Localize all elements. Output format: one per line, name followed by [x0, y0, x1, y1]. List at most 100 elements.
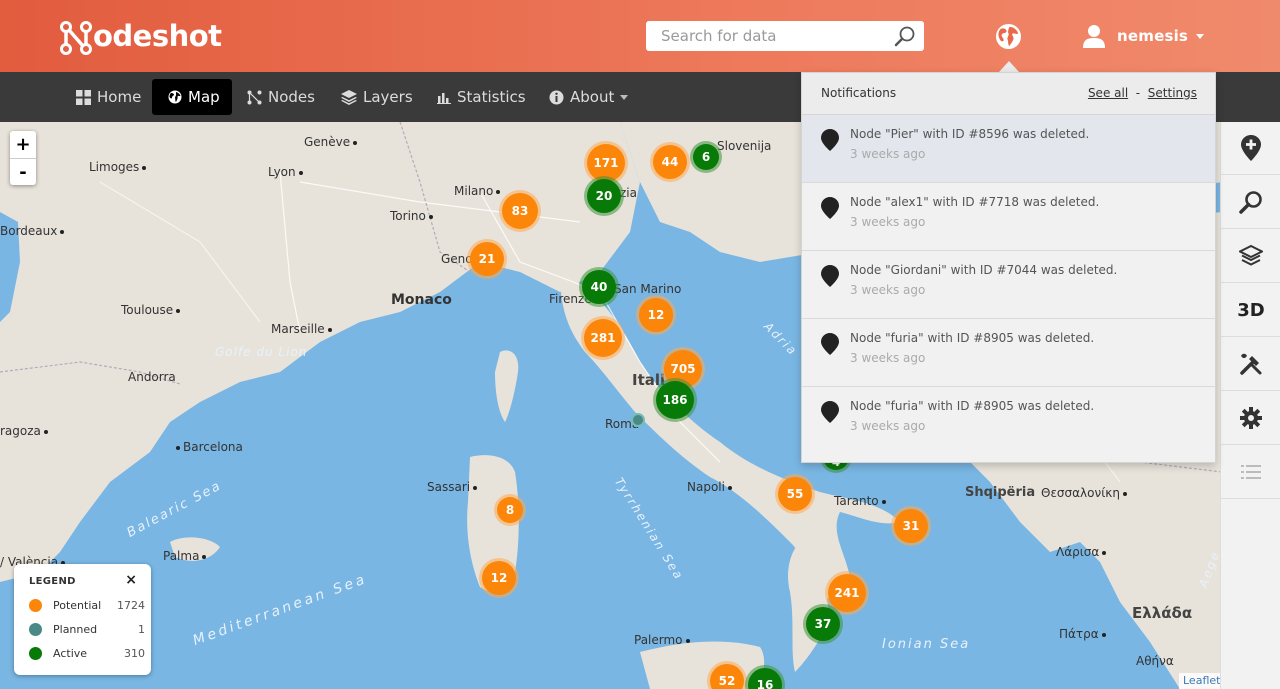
- map-search-button[interactable]: [1221, 176, 1280, 229]
- layers-icon: [341, 89, 357, 105]
- bar-chart-icon: [437, 92, 451, 104]
- links-separator: -: [1135, 86, 1141, 100]
- node-cluster[interactable]: 20: [587, 179, 621, 213]
- notifications-dropdown: Notifications See all - Settings Node "P…: [801, 72, 1216, 463]
- node-cluster[interactable]: 12: [482, 561, 516, 595]
- 3d-button[interactable]: 3D: [1221, 284, 1280, 337]
- nodeshot-logo[interactable]: odeshot: [60, 18, 222, 55]
- logo-text: odeshot: [93, 19, 222, 53]
- notification-item[interactable]: Node "Giordani" with ID #7044 was delete…: [802, 251, 1215, 319]
- notification-time: 3 weeks ago: [850, 283, 926, 297]
- notification-item[interactable]: Node "alex1" with ID #7718 was deleted. …: [802, 183, 1215, 251]
- place-label: Barcelona: [173, 440, 243, 454]
- zoom-out-button[interactable]: -: [10, 158, 36, 185]
- layers-button[interactable]: [1221, 230, 1280, 283]
- active-dot-icon: [29, 646, 42, 660]
- node-cluster[interactable]: 186: [656, 381, 694, 419]
- search-input[interactable]: [661, 21, 891, 51]
- place-label: ragoza: [0, 424, 51, 438]
- place-label: Monaco: [391, 292, 452, 308]
- place-label: Genève: [304, 135, 360, 149]
- node-cluster[interactable]: 21: [470, 242, 504, 276]
- map-pin-icon: [821, 197, 839, 219]
- notification-time: 3 weeks ago: [850, 419, 926, 433]
- legend-row-potential[interactable]: Potential 1724: [29, 597, 149, 613]
- place-label: Marseille: [271, 322, 335, 336]
- place-label: Palermo: [634, 633, 693, 647]
- notifications-globe-icon[interactable]: [995, 23, 1022, 50]
- notification-item[interactable]: Node "furia" with ID #8905 was deleted. …: [802, 319, 1215, 387]
- place-label: Λάρισα: [1056, 545, 1109, 559]
- gear-icon: [1240, 407, 1262, 429]
- place-label: Lyon: [268, 165, 306, 179]
- planned-node-marker[interactable]: [631, 413, 645, 427]
- node-cluster[interactable]: 281: [584, 319, 622, 357]
- tools-button[interactable]: [1221, 338, 1280, 391]
- dropdown-arrow: [999, 61, 1019, 72]
- place-label: Taranto: [834, 494, 889, 508]
- legend-label: Planned: [53, 622, 98, 636]
- notification-time: 3 weeks ago: [850, 147, 926, 161]
- place-label: Slovenija: [717, 139, 772, 153]
- node-cluster[interactable]: 83: [502, 193, 538, 229]
- top-header: odeshot nemesis: [0, 0, 1280, 72]
- nav-about[interactable]: About: [549, 79, 629, 115]
- notification-message: Node "furia" with ID #8905 was deleted.: [850, 399, 1095, 413]
- see-all-link[interactable]: See all: [1088, 86, 1128, 100]
- notification-item[interactable]: Node "Pier" with ID #8596 was deleted. 3…: [802, 115, 1215, 183]
- legend-label: Active: [53, 646, 88, 660]
- node-cluster[interactable]: 44: [653, 145, 687, 179]
- place-label: Sassari: [427, 480, 480, 494]
- node-cluster[interactable]: 55: [778, 477, 812, 511]
- place-label: Πάτρα: [1059, 627, 1109, 641]
- legend-row-active[interactable]: Active 310: [29, 645, 149, 661]
- search-icon[interactable]: [894, 25, 916, 47]
- node-cluster[interactable]: 241: [828, 574, 866, 612]
- grid-icon: [76, 89, 91, 105]
- map-toolbar: 3D: [1220, 122, 1280, 689]
- nav-home-label: Home: [97, 88, 142, 106]
- node-cluster[interactable]: 12: [639, 298, 673, 332]
- place-label: Shqipëria: [965, 485, 1036, 500]
- notification-item[interactable]: Node "furia" with ID #8905 was deleted. …: [802, 387, 1215, 455]
- node-cluster[interactable]: 6: [693, 144, 719, 170]
- zoom-control: + -: [10, 131, 36, 185]
- nav-nodes[interactable]: Nodes: [247, 79, 315, 115]
- add-node-button[interactable]: [1221, 122, 1280, 175]
- nav-about-label: About: [570, 88, 615, 106]
- list-button[interactable]: [1221, 446, 1280, 499]
- place-label: zia: [620, 186, 637, 200]
- leaflet-attribution-link[interactable]: Leaflet: [1179, 673, 1225, 689]
- nav-statistics-label: Statistics: [457, 88, 526, 106]
- legend-row-planned[interactable]: Planned 1: [29, 621, 149, 637]
- legend-close-button[interactable]: ×: [125, 572, 137, 588]
- legend-title: LEGEND: [29, 576, 76, 587]
- nav-nodes-label: Nodes: [268, 88, 315, 106]
- zoom-in-button[interactable]: +: [10, 131, 36, 158]
- place-label: Golfe du Lion: [215, 345, 308, 359]
- node-cluster[interactable]: 37: [806, 607, 840, 641]
- legend-count: 310: [124, 646, 145, 660]
- place-label: Milano: [454, 184, 503, 198]
- notification-message: Node "furia" with ID #8905 was deleted.: [850, 331, 1095, 345]
- 3d-label: 3D: [1237, 299, 1265, 321]
- node-cluster[interactable]: 8: [497, 497, 523, 523]
- nav-home[interactable]: Home: [76, 79, 141, 115]
- nav-statistics[interactable]: Statistics: [437, 79, 526, 115]
- node-cluster[interactable]: 40: [582, 270, 616, 304]
- place-label: Andorra: [128, 370, 176, 384]
- settings-button[interactable]: [1221, 392, 1280, 445]
- node-cluster[interactable]: 31: [894, 509, 928, 543]
- nav-layers[interactable]: Layers: [341, 79, 413, 115]
- notifications-header: Notifications See all - Settings: [802, 73, 1215, 115]
- user-icon: [1083, 25, 1105, 48]
- tools-icon: [1240, 353, 1262, 375]
- nav-map[interactable]: Map: [152, 79, 232, 115]
- notification-message: Node "alex1" with ID #7718 was deleted.: [850, 195, 1100, 209]
- search-icon: [1239, 191, 1262, 214]
- place-label: Ελλάδα: [1132, 604, 1193, 622]
- layers-icon: [1239, 244, 1263, 266]
- notification-settings-link[interactable]: Settings: [1148, 86, 1197, 100]
- user-menu[interactable]: nemesis: [1083, 22, 1205, 50]
- node-cluster[interactable]: 171: [587, 144, 625, 182]
